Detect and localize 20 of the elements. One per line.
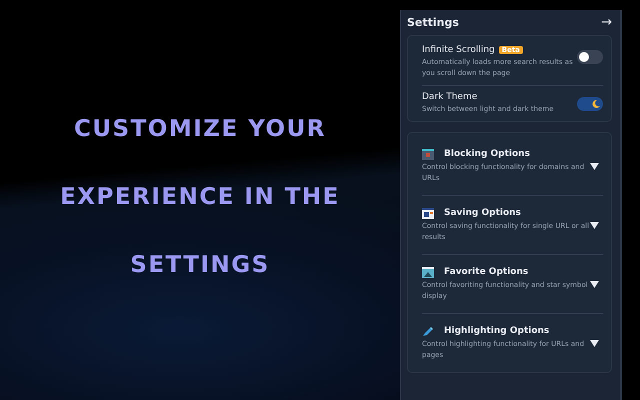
window-icon [422, 266, 434, 278]
section-title: Saving Options [444, 208, 521, 218]
section-title: Blocking Options [444, 149, 530, 159]
caret-icon[interactable] [590, 162, 599, 170]
caret-icon[interactable] [590, 222, 599, 228]
panel-title: Settings [407, 16, 459, 29]
headline: CUSTOMIZE YOUR EXPERIENCE IN THE SETTINGS [59, 115, 341, 280]
setting-label: Infinite Scrolling [422, 45, 495, 55]
setting-label: Dark Theme [422, 92, 478, 102]
moon-icon [591, 99, 601, 109]
window-icon [422, 208, 434, 218]
caret-icon[interactable] [590, 340, 599, 346]
toggle-switch[interactable] [576, 97, 603, 111]
toggle-switch[interactable] [576, 50, 603, 64]
marker-icon [422, 326, 434, 336]
close-button[interactable]: → [601, 16, 612, 29]
caret-icon[interactable] [590, 280, 599, 288]
section-title: Favorite Options [444, 267, 528, 277]
window-icon [422, 148, 434, 160]
section-title: Highlighting Options [444, 326, 550, 336]
